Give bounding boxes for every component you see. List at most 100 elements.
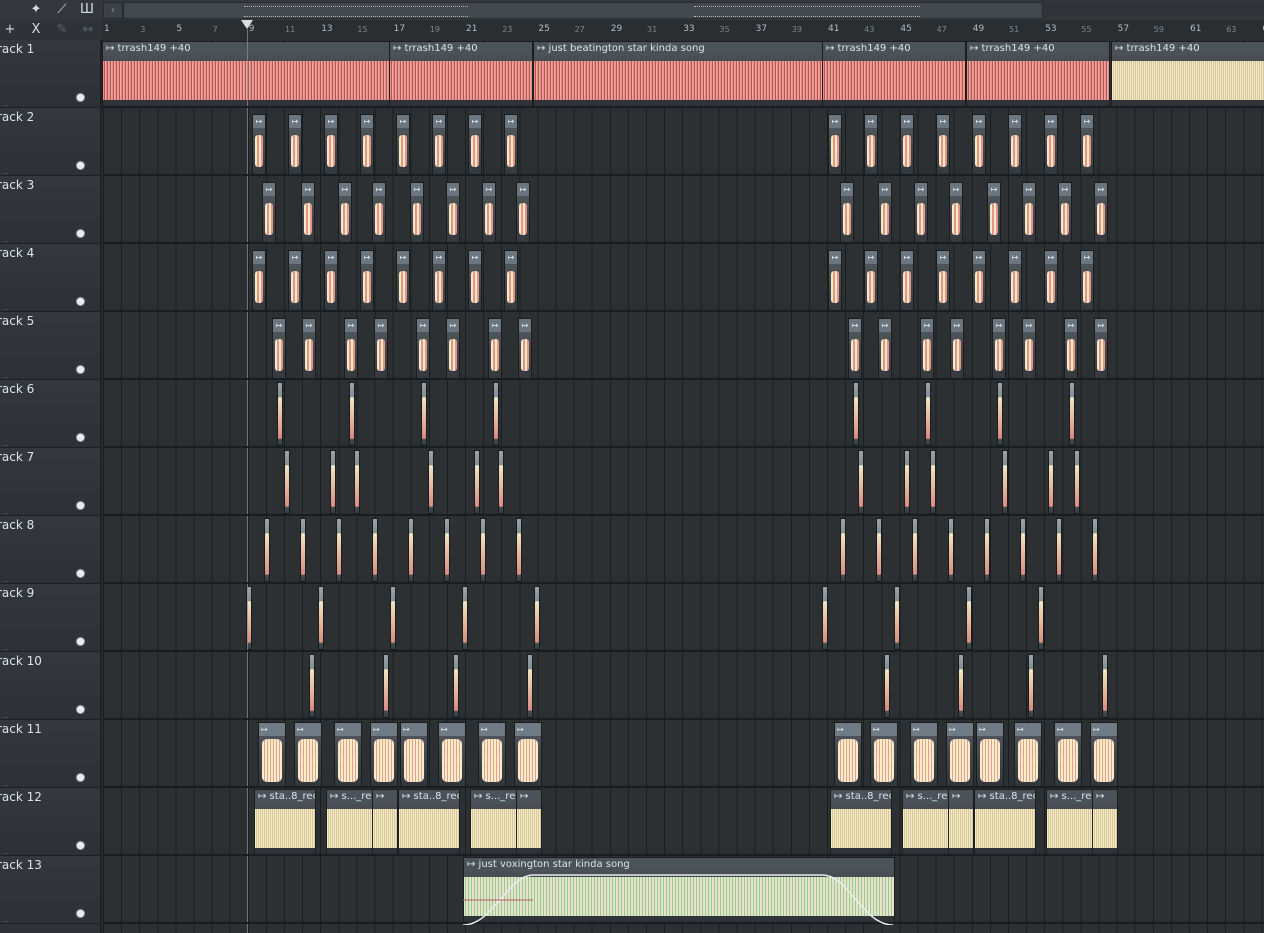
pattern-clip[interactable]: ↦ [488,318,502,380]
track-resize-handle[interactable]: ... [2,916,9,924]
clip-handle[interactable]: ↦ [1045,115,1057,128]
clip-handle[interactable]: ↦ [447,183,459,196]
pattern-clip[interactable]: ↦ [478,722,506,788]
overview-scroll-track[interactable] [1043,2,1264,17]
track-header[interactable]: rack 8... [0,516,100,584]
clip-handle[interactable]: ↦ [302,183,314,196]
clip-handle[interactable]: ↦ [253,115,265,128]
pattern-clip[interactable]: ↦ [438,722,466,788]
pattern-clip[interactable]: ↦ [1008,250,1022,312]
clip-handle[interactable]: ↦ [901,115,913,128]
volume-envelope[interactable] [463,873,893,925]
clip-handle[interactable]: ↦ [911,723,937,736]
hit-clip[interactable] [534,586,540,650]
pattern-clip[interactable]: ↦ [468,250,482,312]
pattern-clip[interactable]: ↦ [344,318,358,380]
pattern-clip[interactable]: ↦ [396,250,410,312]
hit-clip[interactable] [390,586,396,650]
hit-clip[interactable] [1074,450,1080,514]
clip-handle[interactable]: ↦ [433,251,445,264]
pattern-clip[interactable]: ↦ [294,722,322,788]
track-resize-handle[interactable]: ... [2,236,9,244]
clip-handle[interactable]: ↦ [993,319,1005,332]
hit-clip[interactable] [336,518,342,582]
pattern-clip[interactable]: ↦ [252,250,266,312]
clip-handle[interactable]: ↦ [921,319,933,332]
clip-handle[interactable]: ↦ [325,115,337,128]
audio-clip[interactable]: ↦ sta..8_rec [254,789,316,855]
clip-handle[interactable]: ↦ [345,319,357,332]
hit-clip[interactable] [1092,518,1098,582]
clip-handle[interactable]: ↦ [1009,251,1021,264]
pattern-clip[interactable]: ↦ [1064,318,1078,380]
hit-clip[interactable] [894,586,900,650]
clip-handle[interactable]: ↦ [973,251,985,264]
clip-handle[interactable]: ↦ [1023,319,1035,332]
clip-handle[interactable]: ↦ [879,183,891,196]
pattern-clip[interactable]: ↦ [374,318,388,380]
clip-handle[interactable]: ↦ [411,183,423,196]
pattern-clip[interactable]: ↦ [1022,182,1036,244]
pattern-clip[interactable]: ↦ [288,114,302,176]
clip-handle[interactable]: ↦ [1009,115,1021,128]
hit-clip[interactable] [997,382,1003,446]
pattern-clip[interactable]: ↦ [936,250,950,312]
clip-handle[interactable]: ↦ [295,723,321,736]
clip-handle[interactable]: ↦ [483,183,495,196]
clip-handle[interactable]: ↦ [371,723,397,736]
audio-clip[interactable]: ↦ s..._rec [470,789,518,855]
clip-handle[interactable]: ↦ [1059,183,1071,196]
pattern-clip[interactable]: ↦ [946,722,974,788]
audio-clip[interactable]: ↦ trrash149 +40 [389,41,533,107]
hit-clip[interactable] [1102,654,1108,718]
audio-clip[interactable]: ↦ trrash149 +40 [966,41,1110,107]
pattern-clip[interactable]: ↦ [518,318,532,380]
hit-clip[interactable] [493,382,499,446]
hit-clip[interactable] [984,518,990,582]
track-mute-icon[interactable] [76,501,85,510]
pattern-clip[interactable]: ↦ [900,250,914,312]
track-header[interactable]: rack 1... [0,40,100,108]
clip-handle[interactable]: ↦ [937,115,949,128]
playhead-marker-icon[interactable] [241,20,253,29]
hit-clip[interactable] [925,382,931,446]
track-header[interactable]: rack 7... [0,448,100,516]
pattern-clip[interactable]: ↦ [1044,250,1058,312]
pattern-clip[interactable]: ↦ [416,318,430,380]
pattern-clip[interactable]: ↦ [432,114,446,176]
pattern-clip[interactable]: ↦ [272,318,286,380]
track-header[interactable]: rack 6... [0,380,100,448]
pattern-clip[interactable]: ↦ [334,722,362,788]
clip-handle[interactable]: ↦ [515,723,541,736]
edit-tool-icon[interactable]: ✎ [52,22,72,38]
clip-handle[interactable]: ↦ [469,251,481,264]
track-mute-icon[interactable] [76,773,85,782]
pattern-clip[interactable]: ↦ [360,114,374,176]
hit-clip[interactable] [876,518,882,582]
track-resize-handle[interactable]: ... [2,644,9,652]
clip-handle[interactable]: ↦ [397,115,409,128]
track-resize-handle[interactable]: ... [2,304,9,312]
hit-clip[interactable] [277,382,283,446]
clip-handle[interactable]: ↦ [505,115,517,128]
clip-handle[interactable]: ↦ [835,723,861,736]
clip-handle[interactable]: ↦ [263,183,275,196]
clip-handle[interactable]: ↦ [517,183,529,196]
track-mute-icon[interactable] [76,569,85,578]
clip-handle[interactable]: ↦ [417,319,429,332]
hit-clip[interactable] [318,586,324,650]
hit-clip[interactable] [527,654,533,718]
clip-handle[interactable]: ↦ [951,319,963,332]
pattern-clip[interactable]: ↦ [987,182,1001,244]
audio-clip[interactable]: ↦ trrash149 +40 [1111,41,1264,107]
clip-handle[interactable]: ↦ [335,723,361,736]
pattern-clip[interactable]: ↦ [972,114,986,176]
pattern-clip[interactable]: ↦ [1014,722,1042,788]
pattern-clip[interactable]: ↦ [1080,250,1094,312]
pattern-clip[interactable]: ↦ [878,182,892,244]
clip-handle[interactable]: ↦ [439,723,465,736]
clip-handle[interactable]: ↦ [937,251,949,264]
clip-handle[interactable]: ↦ [339,183,351,196]
pattern-clip[interactable]: ↦ [1058,182,1072,244]
clip-handle[interactable]: ↦ [1055,723,1081,736]
